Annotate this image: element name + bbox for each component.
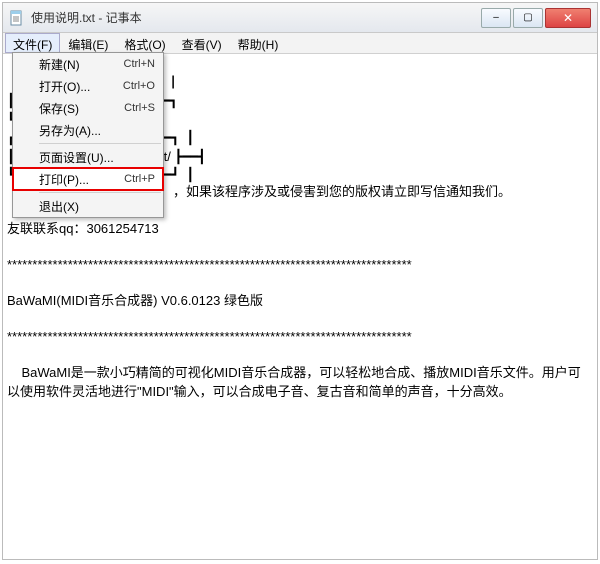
body-overlap: ，如果该程序涉及或侵害到您的版权请立即写信通知我们。 bbox=[173, 183, 511, 201]
body-line-8: ****************************************… bbox=[7, 257, 412, 272]
menu-print-shortcut: Ctrl+P bbox=[124, 173, 155, 185]
menu-open-label: 打开(O)... bbox=[39, 78, 123, 95]
menu-open[interactable]: 打开(O)... Ctrl+O bbox=[13, 75, 163, 97]
body-line-12: 以使用软件灵活地进行"MIDI"输入，可以合成电子音、复古音和简单的声音，十分高… bbox=[7, 384, 512, 399]
menu-exit-label: 退出(X) bbox=[39, 198, 155, 215]
menu-file[interactable]: 文件(F) bbox=[5, 33, 60, 53]
notepad-icon bbox=[9, 10, 25, 26]
menu-exit[interactable]: 退出(X) bbox=[13, 195, 163, 217]
menu-saveas-label: 另存为(A)... bbox=[39, 122, 155, 139]
menu-view[interactable]: 查看(V) bbox=[174, 33, 230, 53]
menubar: 文件(F) 编辑(E) 格式(O) 查看(V) 帮助(H) bbox=[3, 33, 597, 54]
titlebar: 使用说明.txt - 记事本 – ▢ ✕ bbox=[3, 3, 597, 33]
menu-print[interactable]: 打印(P)... Ctrl+P bbox=[13, 168, 163, 190]
menu-saveas[interactable]: 另存为(A)... bbox=[13, 119, 163, 141]
menu-save-shortcut: Ctrl+S bbox=[124, 102, 155, 114]
menu-new[interactable]: 新建(N) Ctrl+N bbox=[13, 53, 163, 75]
menu-separator-2 bbox=[39, 192, 161, 193]
menu-edit[interactable]: 编辑(E) bbox=[60, 33, 116, 53]
menu-format[interactable]: 格式(O) bbox=[116, 33, 173, 53]
menu-print-label: 打印(P)... bbox=[39, 171, 124, 188]
body-line-11: BaWaMI是一款小巧精简的可视化MIDI音乐合成器，可以轻松地合成、播放MID… bbox=[7, 365, 581, 380]
menu-save[interactable]: 保存(S) Ctrl+S bbox=[13, 97, 163, 119]
menu-new-label: 新建(N) bbox=[39, 56, 124, 73]
file-dropdown: 新建(N) Ctrl+N 打开(O)... Ctrl+O 保存(S) Ctrl+… bbox=[12, 52, 164, 218]
body-line-10: ****************************************… bbox=[7, 329, 412, 344]
menu-open-shortcut: Ctrl+O bbox=[123, 80, 155, 92]
menu-help[interactable]: 帮助(H) bbox=[230, 33, 287, 53]
window-buttons: – ▢ ✕ bbox=[479, 8, 591, 28]
menu-pagesetup[interactable]: 页面设置(U)... bbox=[13, 146, 163, 168]
menu-new-shortcut: Ctrl+N bbox=[124, 58, 155, 70]
close-button[interactable]: ✕ bbox=[545, 8, 591, 28]
menu-save-label: 保存(S) bbox=[39, 100, 124, 117]
window-title: 使用说明.txt - 记事本 bbox=[31, 9, 479, 26]
body-line-9: BaWaMI(MIDI音乐合成器) V0.6.0123 绿色版 bbox=[7, 293, 263, 308]
menu-pagesetup-label: 页面设置(U)... bbox=[39, 149, 155, 166]
minimize-button[interactable]: – bbox=[481, 8, 511, 28]
body-line-7: 友联联系qq：3061254713 bbox=[7, 221, 159, 236]
maximize-button[interactable]: ▢ bbox=[513, 8, 543, 28]
menu-separator-1 bbox=[39, 143, 161, 144]
